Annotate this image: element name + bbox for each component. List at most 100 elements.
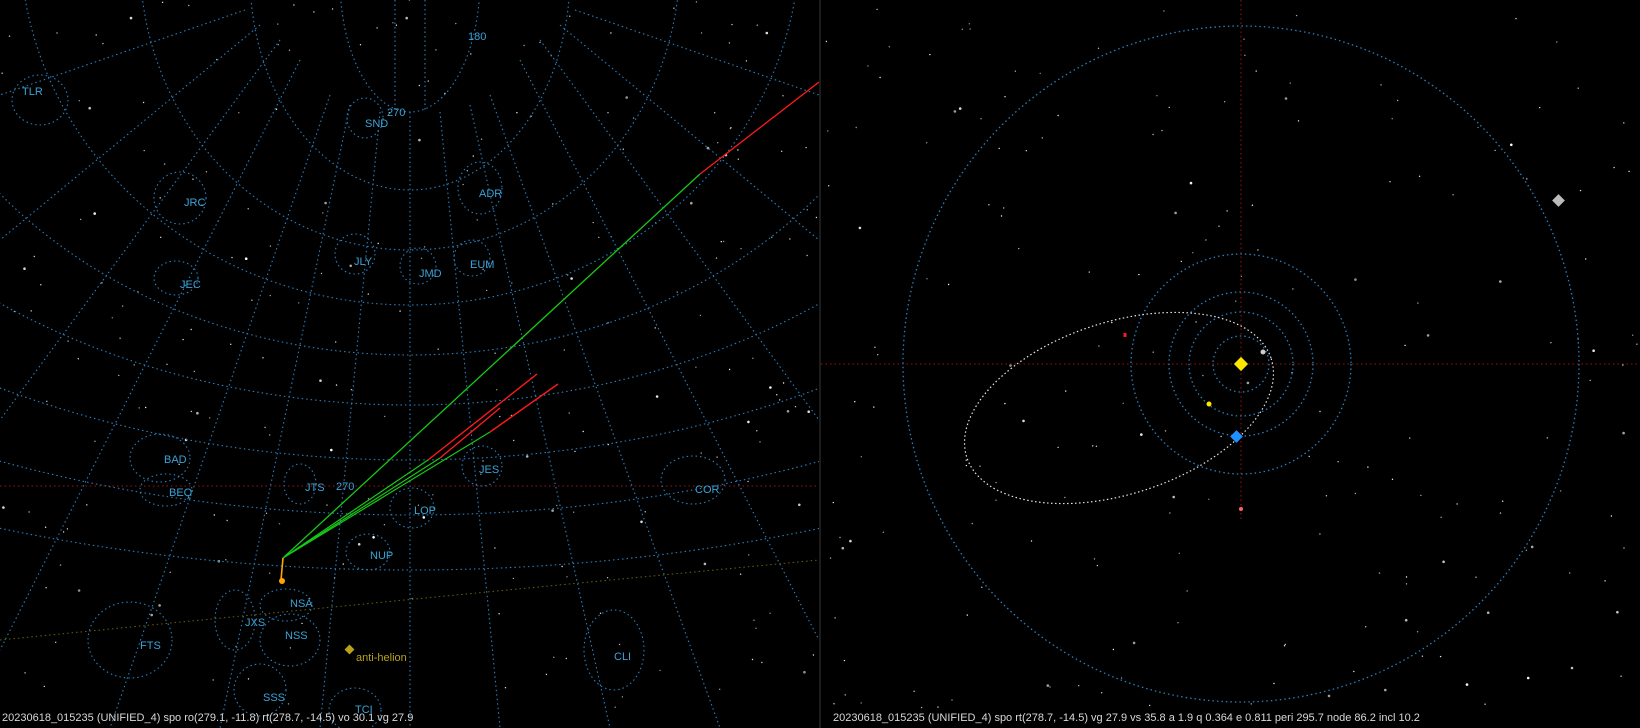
star <box>751 658 754 661</box>
star <box>66 528 69 530</box>
star <box>95 34 97 36</box>
star <box>1003 207 1005 209</box>
star <box>1417 302 1419 304</box>
shower-label: BAD <box>164 454 187 466</box>
star <box>756 430 758 432</box>
venus-marker <box>1206 401 1212 407</box>
radiant-shift-line <box>280 557 284 581</box>
star <box>1009 364 1012 367</box>
star <box>747 480 749 483</box>
star <box>740 247 742 250</box>
star <box>190 328 192 331</box>
mercury-marker <box>1260 349 1266 355</box>
star <box>247 208 249 210</box>
star <box>326 504 328 506</box>
mars-marker <box>1239 507 1243 511</box>
star <box>1257 249 1259 251</box>
star <box>827 130 829 132</box>
star <box>1389 181 1391 183</box>
star <box>965 459 967 461</box>
star <box>231 256 233 259</box>
star <box>1152 133 1154 136</box>
star <box>731 23 733 26</box>
star <box>59 564 62 566</box>
star <box>322 212 324 214</box>
shower-label: JES <box>479 464 499 476</box>
star <box>205 171 208 173</box>
star <box>806 209 808 211</box>
star <box>1195 321 1197 323</box>
star <box>504 687 507 689</box>
star <box>1097 47 1100 49</box>
star <box>513 439 515 442</box>
star <box>1284 97 1288 100</box>
star <box>1556 41 1558 43</box>
star <box>961 28 963 30</box>
star <box>981 586 983 588</box>
star <box>1337 461 1339 463</box>
star <box>293 4 295 6</box>
star <box>486 289 488 292</box>
star <box>482 460 484 462</box>
star <box>1163 10 1165 12</box>
star <box>247 678 250 680</box>
star <box>700 452 702 454</box>
star <box>209 417 211 419</box>
star <box>1632 334 1634 336</box>
star <box>1218 225 1220 227</box>
radiant-map-panel: 180 270 270 TLR SND JRC ADR JLY JMD EUM … <box>0 0 819 728</box>
star <box>876 8 878 11</box>
star <box>832 501 834 504</box>
star <box>1174 211 1177 215</box>
star <box>392 22 394 24</box>
star <box>1088 271 1090 273</box>
antihelion-label: anti-helion <box>356 652 407 664</box>
star <box>1308 455 1310 458</box>
star <box>1404 344 1406 347</box>
star <box>111 317 114 319</box>
shower-label: SND <box>365 118 388 130</box>
star <box>566 576 568 578</box>
star <box>867 65 869 67</box>
star <box>1477 126 1479 129</box>
star <box>971 522 973 525</box>
orbit-view-panel: 20230618_015235 (UNIFIED_4) spo rt(278.7… <box>821 0 1640 728</box>
star <box>1164 430 1167 432</box>
star <box>995 481 997 484</box>
star <box>516 112 518 114</box>
star <box>719 688 721 690</box>
star <box>1499 280 1502 283</box>
star <box>1628 170 1630 173</box>
star <box>1456 503 1458 505</box>
star <box>966 614 968 616</box>
star <box>350 389 353 391</box>
star <box>769 612 771 614</box>
star <box>182 338 184 341</box>
star <box>937 706 939 708</box>
star <box>494 547 496 549</box>
star <box>1004 402 1006 405</box>
star <box>1319 410 1321 413</box>
star <box>1515 17 1517 20</box>
star <box>632 117 635 119</box>
star <box>1223 101 1226 103</box>
star <box>1120 677 1123 679</box>
star <box>1283 645 1286 647</box>
star <box>700 32 703 34</box>
star <box>621 696 624 698</box>
star <box>1325 495 1328 497</box>
star <box>569 15 571 17</box>
star <box>1604 580 1606 582</box>
red-trail <box>489 383 559 433</box>
star <box>759 441 761 443</box>
star <box>264 426 266 429</box>
star <box>1319 533 1321 535</box>
star <box>570 277 573 280</box>
star <box>1570 666 1574 670</box>
star <box>622 148 624 150</box>
star <box>213 514 215 516</box>
star <box>803 670 806 674</box>
star <box>525 455 529 458</box>
star <box>1178 552 1180 554</box>
star <box>786 410 790 413</box>
